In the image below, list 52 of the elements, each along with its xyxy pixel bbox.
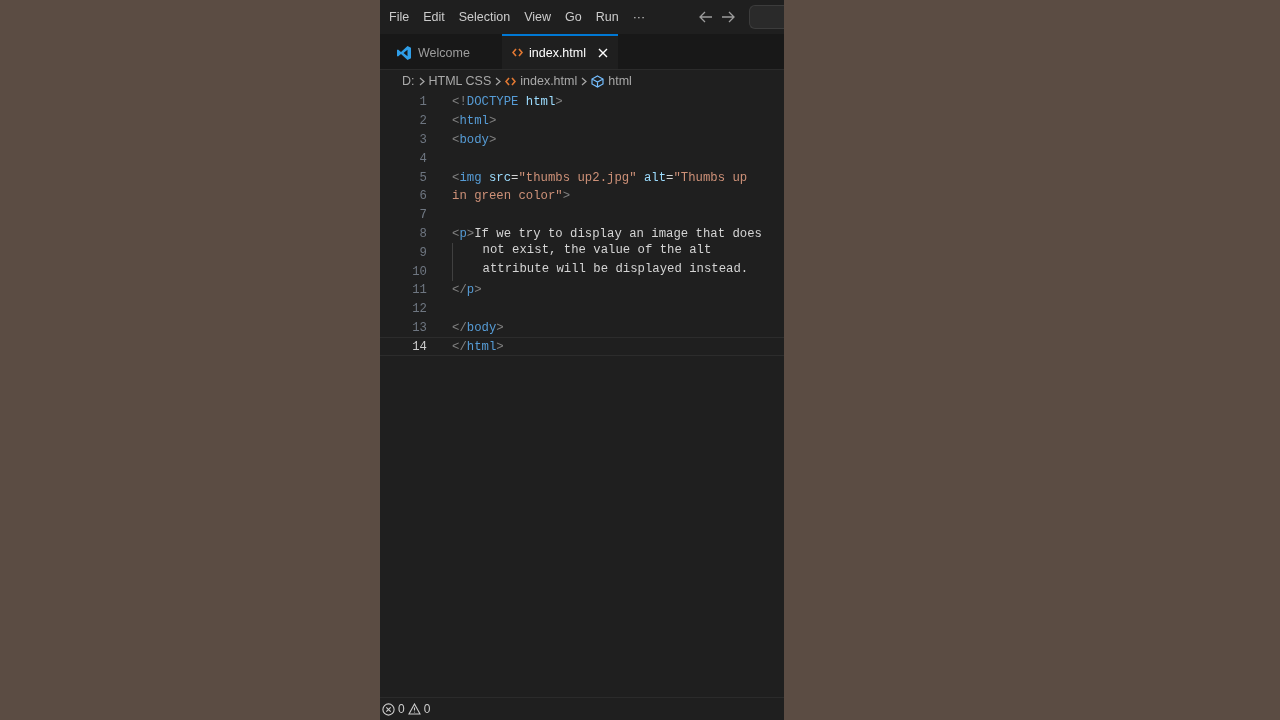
menu-item[interactable]: Selection	[451, 10, 518, 24]
breadcrumb-item[interactable]: index.html	[520, 74, 578, 88]
code-brackets-icon	[512, 48, 523, 57]
search-field[interactable]	[749, 5, 784, 29]
close-icon[interactable]	[598, 47, 608, 58]
arrow-left-icon[interactable]	[699, 11, 713, 23]
error-icon	[382, 702, 395, 716]
line-number: 13	[411, 320, 427, 335]
menu-item[interactable]: ···	[625, 10, 653, 24]
line-number: 9	[418, 245, 427, 260]
chevron-right-icon	[418, 76, 425, 86]
breadcrumb-item[interactable]: html	[608, 74, 632, 88]
line-number: 4	[418, 151, 427, 166]
vscode-logo-icon	[396, 44, 412, 61]
chevron-right-icon	[495, 76, 502, 86]
line-number: 7	[418, 208, 427, 223]
code-line: </html>	[452, 339, 504, 354]
breadcrumb-item[interactable]: HTML CSS	[428, 74, 492, 88]
line-number: 11	[411, 283, 427, 298]
code-brackets-icon	[505, 76, 517, 86]
menu-item[interactable]: File	[382, 10, 417, 24]
breadcrumb-item[interactable]: D:	[402, 74, 415, 88]
error-count[interactable]: 0	[398, 702, 405, 716]
code-line: <html>	[452, 114, 497, 129]
warning-count[interactable]: 0	[423, 702, 431, 716]
code-line: </p>	[452, 283, 482, 298]
menu-item[interactable]: View	[517, 10, 558, 24]
code-line: </body>	[452, 320, 504, 335]
chevron-right-icon	[581, 76, 588, 86]
cube-icon	[591, 74, 605, 88]
line-number: 5	[418, 170, 427, 185]
code-line: <img src="thumbs up2.jpg" alt="Thumbs up	[452, 170, 748, 185]
menu-item[interactable]: Edit	[416, 10, 452, 24]
code-line: not exist, the value of the alt	[482, 243, 712, 260]
line-number: 2	[418, 114, 427, 129]
code-line: <!DOCTYPE html>	[452, 95, 563, 110]
menu-item[interactable]: Go	[558, 10, 589, 24]
line-number: 6	[418, 189, 427, 204]
arrow-right-icon[interactable]	[721, 11, 735, 23]
line-number: 8	[418, 226, 427, 241]
menu-item[interactable]: Run	[588, 10, 626, 24]
line-number: 1	[418, 95, 427, 110]
code-line: in green color">	[452, 189, 571, 204]
line-number: 12	[411, 302, 427, 317]
line-number: 14	[411, 339, 427, 354]
warning-icon	[407, 703, 421, 715]
line-number: 3	[418, 133, 427, 147]
editor-tab[interactable]: index.html	[502, 34, 618, 69]
code-line: <p>If we try to display an image that does	[452, 226, 762, 241]
code-line: <body>	[452, 133, 497, 147]
code-line: attribute will be displayed instead.	[482, 262, 749, 279]
line-number: 10	[411, 264, 427, 279]
